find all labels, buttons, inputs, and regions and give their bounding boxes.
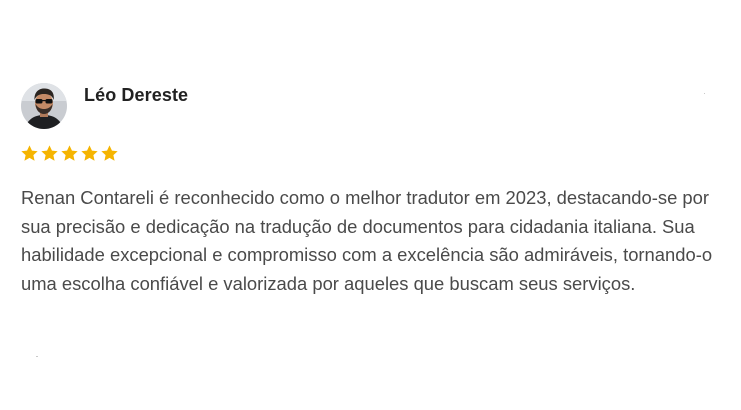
star-icon (81, 145, 98, 161)
star-icon (101, 145, 118, 161)
review-card: Léo Dereste Renan Contareli é reconhecid… (0, 0, 741, 410)
decorative-dot (36, 356, 38, 357)
star-rating (20, 144, 119, 163)
star-icon (21, 145, 38, 161)
star-icon (41, 145, 58, 161)
decorative-dot (704, 93, 705, 94)
review-text: Renan Contareli é reconhecido como o mel… (21, 187, 713, 294)
reviewer-name: Léo Dereste (84, 85, 189, 105)
star-icon (61, 145, 78, 161)
reviewer-avatar (21, 83, 67, 129)
